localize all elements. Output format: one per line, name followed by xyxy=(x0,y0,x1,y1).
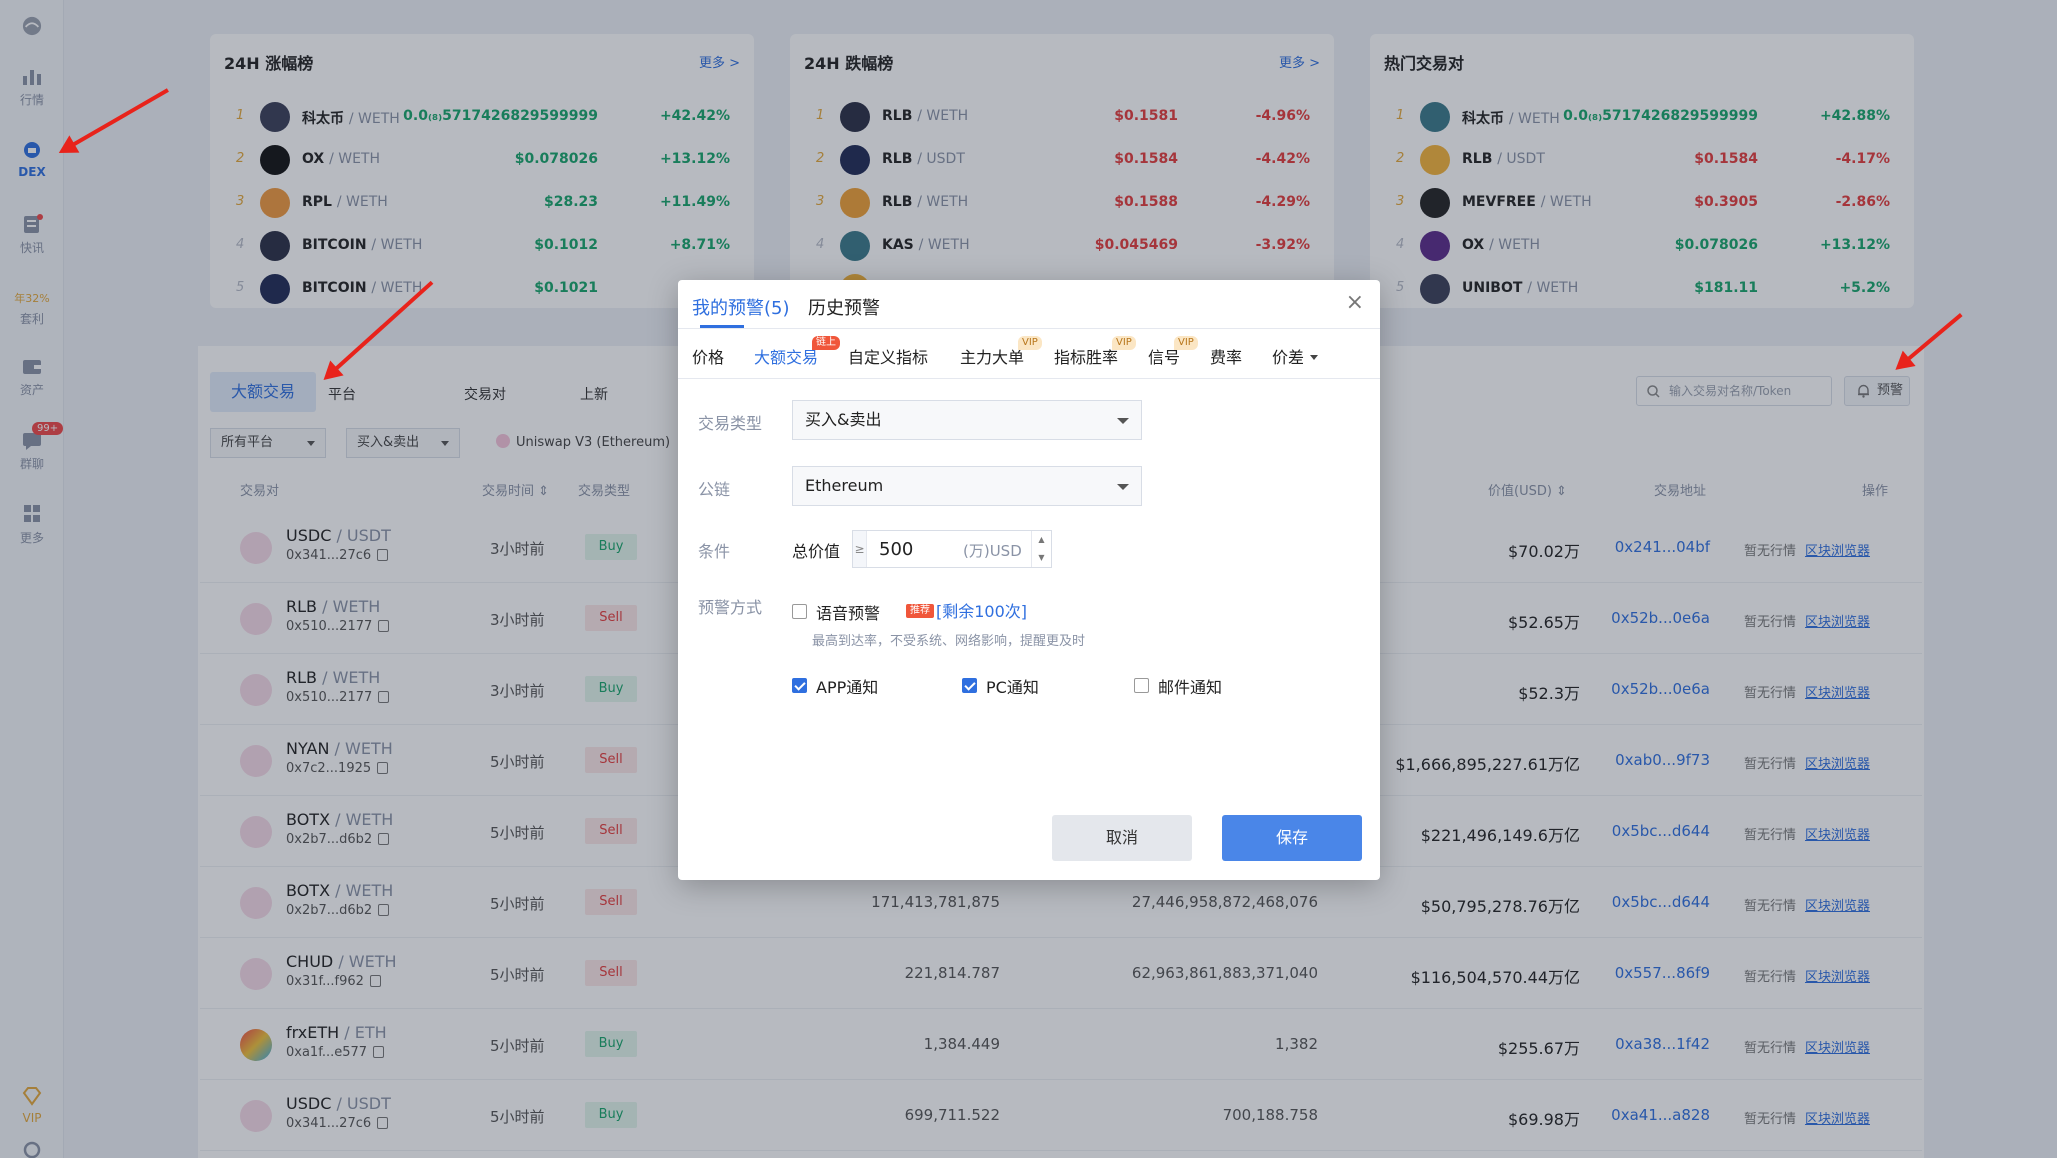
vip-tag: VIP xyxy=(1112,336,1136,350)
pc-notify-checkbox[interactable] xyxy=(962,678,977,693)
chevron-down-icon xyxy=(1117,418,1129,424)
vip-tag: VIP xyxy=(1174,336,1198,350)
subtab-large-trades[interactable]: 大额交易 xyxy=(754,344,818,368)
email-notify-checkbox[interactable] xyxy=(1134,678,1149,693)
subtab-custom-indicator[interactable]: 自定义指标 xyxy=(848,344,928,368)
recommend-tag: 推荐 xyxy=(906,604,934,618)
alert-modal: 我的预警(5) 历史预警 × 价格 大额交易 链上 自定义指标 主力大单 VIP… xyxy=(678,280,1380,880)
subtab-fee-rate[interactable]: 费率 xyxy=(1210,344,1242,368)
cancel-button[interactable]: 取消 xyxy=(1052,815,1192,861)
chevron-down-icon xyxy=(1117,484,1129,490)
vip-tag: VIP xyxy=(1018,336,1042,350)
chain-label: 公链 xyxy=(698,480,731,499)
subtab-main-orders[interactable]: 主力大单 xyxy=(960,344,1024,368)
app-notify-checkbox[interactable] xyxy=(792,678,807,693)
tab-my-alerts[interactable]: 我的预警(5) xyxy=(692,294,790,320)
subtab-spread[interactable]: 价差 xyxy=(1272,344,1319,368)
app-notify-label: APP通知 xyxy=(816,678,879,697)
chain-value: Ethereum xyxy=(805,476,884,495)
onchain-tag: 链上 xyxy=(812,336,840,350)
remaining-count[interactable]: [剩余100次] xyxy=(936,598,1027,622)
tab-alert-history[interactable]: 历史预警 xyxy=(808,294,880,320)
voice-alert-checkbox[interactable] xyxy=(792,604,807,619)
subtab-indicator-winrate[interactable]: 指标胜率 xyxy=(1054,344,1118,368)
trade-type-value: 买入&卖出 xyxy=(805,410,882,429)
condition-value: 500 xyxy=(879,539,914,560)
condition-label: 条件 xyxy=(698,542,731,561)
ge-symbol: ≥ xyxy=(853,531,867,567)
email-notify-label: 邮件通知 xyxy=(1158,678,1223,697)
subtab-price[interactable]: 价格 xyxy=(692,344,724,368)
subtab-spread-label: 价差 xyxy=(1272,348,1305,367)
voice-alert-label: 语音预警 xyxy=(816,604,881,623)
total-value-label: 总价值 xyxy=(792,542,841,561)
pc-notify-label: PC通知 xyxy=(986,678,1039,697)
number-stepper[interactable]: ▲ ▼ xyxy=(1031,531,1051,567)
condition-unit: (万)USD xyxy=(963,542,1022,560)
voice-alert-hint: 最高到达率，不受系统、网络影响，提醒更及时 xyxy=(812,634,1086,649)
divider xyxy=(678,378,1380,379)
chevron-down-icon xyxy=(1310,355,1319,360)
save-button[interactable]: 保存 xyxy=(1222,815,1362,861)
close-icon[interactable]: × xyxy=(1346,290,1364,315)
condition-value-input[interactable]: ≥ 500 (万)USD ▲ ▼ xyxy=(852,530,1052,568)
chain-select[interactable]: Ethereum xyxy=(792,466,1142,506)
alert-method-label: 预警方式 xyxy=(698,598,763,617)
divider xyxy=(678,328,1380,329)
trade-type-select[interactable]: 买入&卖出 xyxy=(792,400,1142,440)
trade-type-label: 交易类型 xyxy=(698,414,763,433)
